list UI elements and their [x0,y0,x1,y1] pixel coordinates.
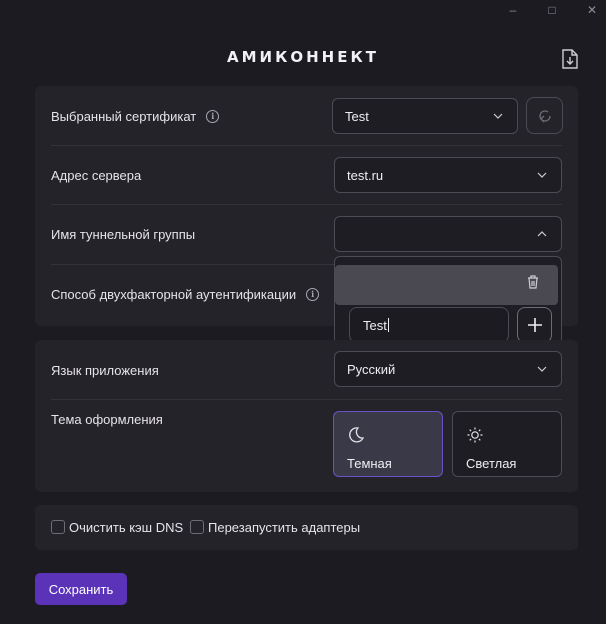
certificate-value: Test [345,108,369,124]
certificate-row-label: Выбранный сертификат i [51,106,220,126]
tunnel-group-select[interactable] [334,216,562,252]
theme-label: Тема оформления [51,411,163,427]
restart-adapters-checkbox[interactable] [190,520,204,534]
divider [51,399,562,400]
language-select[interactable]: Русский [334,351,562,387]
export-file-button[interactable] [558,46,582,72]
two-factor-row-label: Способ двухфакторной аутентификации i [51,284,320,304]
certificate-select[interactable]: Test [332,98,518,134]
restart-adapters-option[interactable]: Перезапустить адаптеры [190,518,360,536]
certificate-label: Выбранный сертификат [51,108,197,124]
refresh-icon [538,109,551,122]
server-label: Адрес сервера [51,167,142,183]
server-select[interactable]: test.ru [334,157,562,193]
theme-option-light[interactable]: Светлая [452,411,562,477]
chevron-down-icon [535,362,549,376]
theme-row-label: Тема оформления [51,409,163,429]
clear-dns-label: Очистить кэш DNS [69,519,184,535]
close-button[interactable]: ✕ [584,2,600,18]
minimize-button[interactable]: – [505,2,521,18]
text-caret [387,318,389,332]
chevron-up-icon [535,227,549,241]
clear-dns-option[interactable]: Очистить кэш DNS [51,518,183,536]
chevron-down-icon [491,109,505,123]
server-row-label: Адрес сервера [51,165,141,185]
info-icon[interactable]: i [206,109,220,123]
clear-dns-checkbox[interactable] [51,520,65,534]
trash-icon [528,275,538,289]
tunnel-group-label: Имя туннельной группы [51,226,196,242]
divider [51,204,562,205]
dropdown-list-item[interactable] [335,265,558,305]
refresh-certificate-button[interactable] [526,97,563,134]
delete-item-button[interactable] [526,274,540,290]
save-button[interactable]: Сохранить [35,573,127,605]
maximize-button[interactable]: □ [544,2,560,18]
language-label: Язык приложения [51,362,159,378]
theme-option-label: Темная [347,456,392,471]
app-title: АМИКОННЕКТ [227,48,379,66]
language-value: Русский [347,361,396,377]
new-tunnel-group-input[interactable]: Test [349,307,509,343]
server-value: test.ru [347,167,384,183]
two-factor-label: Способ двухфакторной аутентификации [51,286,297,302]
plus-icon [527,318,542,332]
file-download-icon [562,49,578,69]
language-row-label: Язык приложения [51,360,159,380]
info-icon[interactable]: i [306,287,320,301]
theme-option-dark[interactable]: Темная [333,411,443,477]
restart-adapters-label: Перезапустить адаптеры [208,519,361,535]
moon-icon [349,427,365,443]
theme-option-label: Светлая [466,456,517,471]
tunnel-group-row-label: Имя туннельной группы [51,224,195,244]
divider [51,145,562,146]
add-tunnel-group-button[interactable] [517,307,552,343]
sun-icon [467,427,483,443]
chevron-down-icon [535,168,549,182]
new-tunnel-group-value: Test [363,317,387,333]
